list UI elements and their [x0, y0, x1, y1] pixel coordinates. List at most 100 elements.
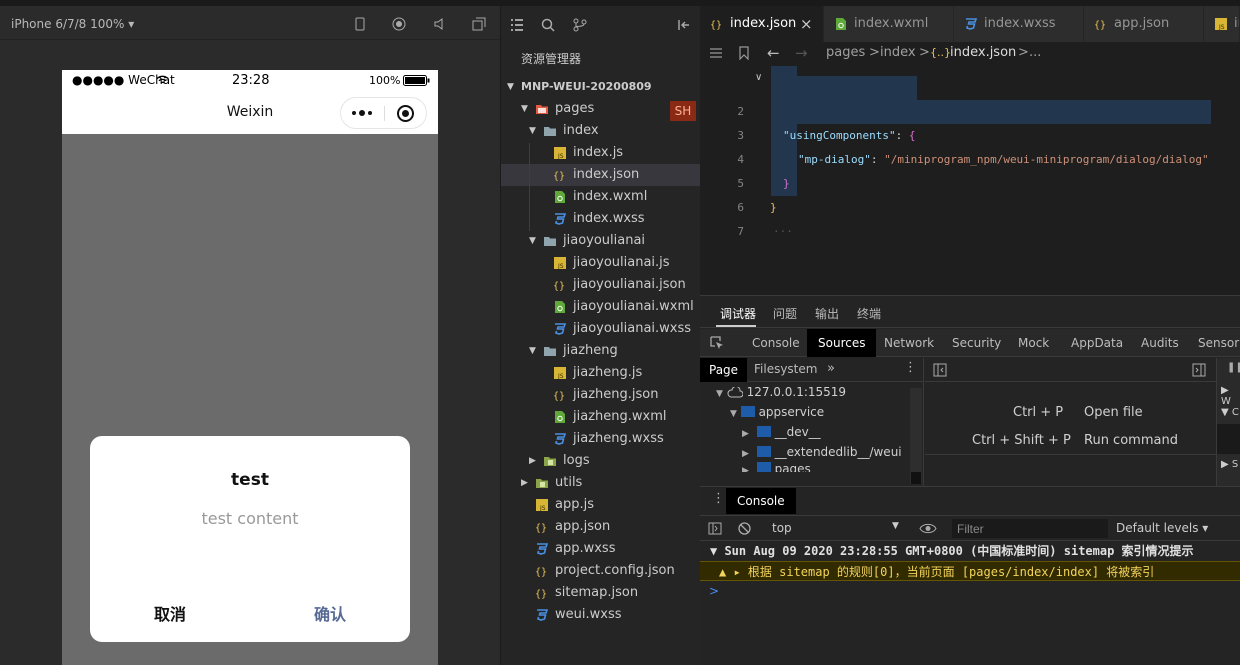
- console-drawer-tab[interactable]: Console: [726, 488, 796, 514]
- tree-item[interactable]: ▼ index: [501, 120, 701, 142]
- tab-output[interactable]: 输出: [815, 305, 839, 322]
- inspect-element-icon[interactable]: [710, 336, 724, 350]
- eye-icon[interactable]: [919, 523, 937, 534]
- source-extended-row[interactable]: ▶ __extendedlib__/weui: [742, 442, 902, 462]
- tree-item[interactable]: jiaoyoulianai.wxml: [501, 296, 701, 318]
- console-message-info[interactable]: ▼ Sun Aug 09 2020 23:28:55 GMT+0800 (中国标…: [700, 541, 1240, 561]
- dialog-confirm-button[interactable]: 确认: [250, 601, 410, 625]
- panel-tab-sensor[interactable]: Sensor: [1198, 329, 1239, 357]
- tree-item[interactable]: weui.wxss: [501, 604, 701, 626]
- tree-item[interactable]: {} jiaoyoulianai.json: [501, 274, 701, 296]
- more-tabs-icon[interactable]: »: [827, 361, 835, 376]
- editor-tab[interactable]: JS in: [1204, 6, 1240, 42]
- breadcrumb-more[interactable]: ...: [1029, 42, 1041, 64]
- subtab-filesystem[interactable]: Filesystem: [754, 362, 817, 376]
- source-host-row[interactable]: ▼ 127.0.0.1:15519: [716, 382, 846, 402]
- panel-tab-console[interactable]: Console: [752, 329, 800, 357]
- detach-window-icon[interactable]: [472, 17, 486, 31]
- phone-icon[interactable]: [353, 17, 367, 31]
- tree-item[interactable]: {} index.json: [501, 164, 701, 186]
- tree-arrow-icon: ▼: [730, 409, 737, 419]
- tree-item[interactable]: ▼ jiazheng: [501, 340, 701, 362]
- tree-item[interactable]: index.wxml: [501, 186, 701, 208]
- active-tab-underline: [716, 325, 756, 327]
- list-icon[interactable]: [709, 47, 723, 59]
- tree-item[interactable]: app.wxss: [501, 538, 701, 560]
- editor-tab[interactable]: {} app.json: [1084, 6, 1204, 42]
- tree-item[interactable]: index.wxss: [501, 208, 701, 230]
- tree-item[interactable]: JS jiaoyoulianai.js: [501, 252, 701, 274]
- tree-item[interactable]: ▶ utils: [501, 472, 701, 494]
- drawer-menu-icon[interactable]: ⋮: [712, 491, 725, 506]
- forward-arrow-icon[interactable]: →: [795, 42, 808, 64]
- collapse-sidebar-icon[interactable]: [677, 18, 691, 32]
- files-icon[interactable]: [510, 18, 524, 32]
- tree-item[interactable]: {} sitemap.json: [501, 582, 701, 604]
- record-icon[interactable]: [392, 17, 406, 31]
- editor-tab[interactable]: index.wxss: [954, 6, 1084, 42]
- toggle-navigator-icon[interactable]: [933, 363, 947, 377]
- panel-tab-security[interactable]: Security: [952, 329, 1001, 357]
- scrollbar[interactable]: [910, 388, 922, 484]
- kebab-menu-icon[interactable]: ⋮: [904, 360, 917, 375]
- tree-item[interactable]: {} app.json: [501, 516, 701, 538]
- tree-item[interactable]: {} jiazheng.json: [501, 384, 701, 406]
- source-control-icon[interactable]: [573, 18, 587, 32]
- context-dropdown-icon[interactable]: ▼: [892, 521, 899, 531]
- source-appservice-row[interactable]: ▼ appservice: [730, 402, 824, 422]
- context-selector[interactable]: top: [772, 521, 792, 535]
- tree-item[interactable]: JS app.js: [501, 494, 701, 516]
- console-message-warning[interactable]: ▲ ▸ 根据 sitemap 的规则[0]，当前页面 [pages/index/…: [700, 561, 1240, 581]
- device-selector[interactable]: iPhone 6/7/8 100% ▾: [11, 17, 134, 31]
- log-levels-dropdown[interactable]: Default levels ▾: [1116, 521, 1208, 535]
- svg-text:{}: {}: [710, 20, 722, 31]
- section-w[interactable]: ▶ W: [1221, 385, 1240, 407]
- console-prompt[interactable]: >: [709, 584, 719, 598]
- tab-terminal[interactable]: 终端: [857, 305, 881, 322]
- scrollbar-thumb[interactable]: [911, 472, 921, 484]
- tab-debugger[interactable]: 调试器: [720, 305, 756, 322]
- capsule-menu[interactable]: [340, 97, 427, 129]
- tree-item[interactable]: jiazheng.wxss: [501, 428, 701, 450]
- bookmark-icon[interactable]: [739, 46, 749, 60]
- section-s[interactable]: ▶ S: [1221, 459, 1238, 470]
- section-c[interactable]: ▼ C: [1221, 407, 1239, 418]
- editor-tab[interactable]: index.wxml: [824, 6, 954, 42]
- source-pages-row[interactable]: ▶ pages: [742, 462, 811, 472]
- dialog-cancel-button[interactable]: 取消: [90, 601, 250, 625]
- breadcrumb-file[interactable]: index.json: [950, 42, 1016, 64]
- tree-item[interactable]: ▶ logs: [501, 450, 701, 472]
- close-miniprogram-icon[interactable]: [396, 104, 415, 123]
- volume-icon[interactable]: [432, 17, 446, 31]
- breadcrumb-pages[interactable]: pages: [826, 42, 865, 64]
- panel-tab-mock[interactable]: Mock: [1018, 329, 1049, 357]
- console-filter-input[interactable]: [952, 519, 1108, 538]
- pause-icon[interactable]: ❚❚: [1227, 362, 1240, 373]
- project-header[interactable]: ▼ MNP-WEUI-20200809: [501, 76, 701, 98]
- svg-text:{}: {}: [553, 391, 565, 402]
- panel-tab-appdata[interactable]: AppData: [1071, 329, 1123, 357]
- tree-item[interactable]: ▼ jiaoyoulianai: [501, 230, 701, 252]
- tree-item[interactable]: JS jiazheng.js: [501, 362, 701, 384]
- search-icon[interactable]: [541, 18, 555, 32]
- panel-tab-network[interactable]: Network: [884, 329, 934, 357]
- sh-badge[interactable]: SH: [670, 101, 696, 121]
- panel-tab-sources[interactable]: Sources: [807, 329, 877, 357]
- more-dots-icon[interactable]: [351, 108, 373, 118]
- toggle-debugger-icon[interactable]: [1192, 363, 1206, 377]
- tab-problems[interactable]: 问题: [773, 305, 797, 322]
- close-tab-icon[interactable]: ×: [800, 6, 813, 42]
- panel-tab-audits[interactable]: Audits: [1141, 329, 1179, 357]
- subtab-page[interactable]: Page: [700, 358, 748, 382]
- console-sidebar-icon[interactable]: [708, 522, 722, 535]
- tree-item[interactable]: {} project.config.json: [501, 560, 701, 582]
- back-arrow-icon[interactable]: ←: [767, 42, 780, 64]
- tree-item[interactable]: jiaoyoulianai.wxss: [501, 318, 701, 340]
- tree-item[interactable]: JS index.js: [501, 142, 701, 164]
- tree-item[interactable]: jiazheng.wxml: [501, 406, 701, 428]
- source-dev-row[interactable]: ▶ __dev__: [742, 422, 821, 442]
- editor-tab[interactable]: {} index.json ×: [700, 6, 824, 42]
- section-body: [1217, 424, 1240, 454]
- clear-console-icon[interactable]: [738, 522, 751, 535]
- breadcrumb-index[interactable]: index: [880, 42, 916, 64]
